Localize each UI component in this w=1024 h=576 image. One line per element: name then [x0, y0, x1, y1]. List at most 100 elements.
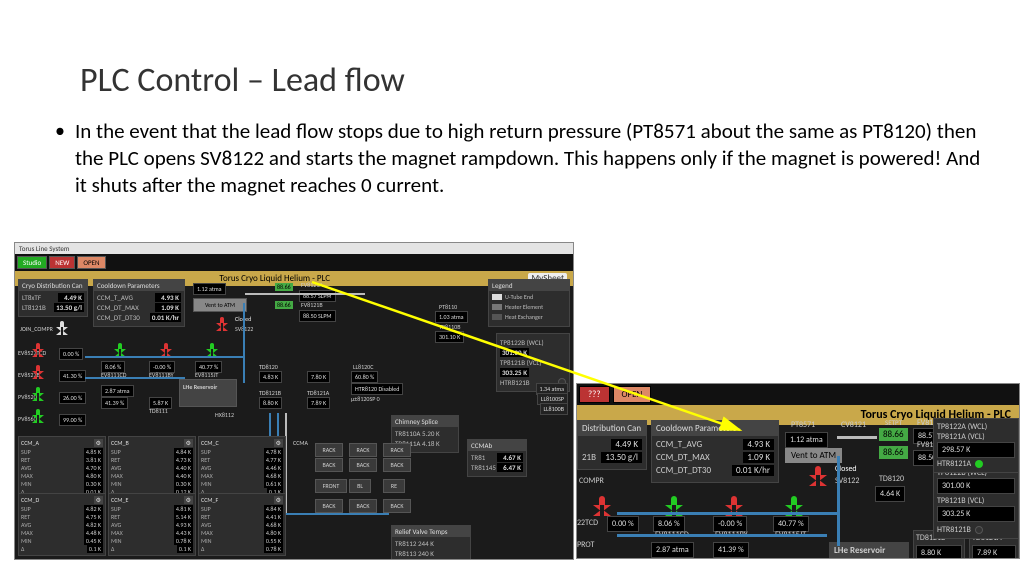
valve-sv8122-icon — [805, 466, 831, 486]
readout: LL8100B — [540, 403, 568, 415]
valve-icon — [29, 409, 47, 423]
label: TD8120 — [879, 474, 904, 484]
ccm-grid-bot: CCM_D⚙SUP4.82 KRET4.75 KAVG4.82 KMAX4.48… — [18, 493, 286, 556]
label: FV8121B — [301, 301, 323, 309]
rack-box[interactable]: BACK — [349, 458, 377, 472]
rack-box[interactable]: RACK — [315, 443, 343, 457]
red-button[interactable]: ??? — [579, 386, 610, 403]
valve-icon — [29, 387, 47, 401]
readout: 1.03 atma — [435, 311, 468, 323]
pt8571-readout: 1.12 atma — [193, 283, 226, 295]
label: TD8121A — [307, 389, 329, 397]
label: CCMA — [293, 439, 308, 447]
kv-row: LT8xTF4.49 K — [22, 293, 84, 302]
rack-box[interactable]: BACK — [349, 499, 377, 513]
re-box[interactable]: RE — [383, 479, 405, 493]
toolbar: Studio NEW OPEN — [15, 254, 573, 271]
setpt-value: 88.66 — [879, 428, 908, 441]
relief-panel: Relief Valve Temps TR8112 244 K TR8113 2… — [391, 525, 471, 560]
screenshot-zoom: ??? OPEN Torus Cryo Liquid Helium - PLC … — [576, 383, 1020, 559]
label: TD8111 — [149, 407, 168, 415]
panel-header: Relief Valve Temps — [392, 526, 470, 537]
pt8571-label: PT8571 — [791, 420, 815, 430]
valve-icon — [53, 321, 71, 335]
toolbar: ??? OPEN — [577, 384, 1019, 405]
panel-header: Distribution Can — [578, 421, 646, 436]
legend-row: U-Tube End — [492, 293, 566, 301]
open-button[interactable]: OPEN — [77, 256, 105, 269]
ccm-card: CCM_A⚙SUP4.85 KRET3.81 KAVG4.70 KMAX4.80… — [18, 436, 106, 499]
rack-box[interactable]: BACK — [383, 499, 411, 513]
vent-button[interactable]: Vent to ATM — [785, 448, 842, 463]
studio-button[interactable]: Studio — [17, 256, 47, 269]
readout: 0.00 % — [607, 516, 639, 532]
label: FV8121A — [301, 281, 323, 289]
screenshot-full: Torus Line System Studio NEW OPEN Torus … — [14, 242, 574, 560]
tp-stack-a: TP8122A (WCL) TP8121A (VCL) 298.57 K HTR… — [933, 418, 1019, 473]
tag-label: JOIN_COMPR — [20, 325, 53, 333]
rack-box[interactable]: BACK — [315, 458, 343, 472]
cryo-dist-panel: Cryo Distribution Can LT8xTF4.49 K LT812… — [18, 279, 88, 317]
ccm-card: CCM_F⚙SUP4.84 KRET4.41 KAVG4.68 KMAX4.80… — [198, 493, 286, 556]
slide-title: PLC Control – Lead flow — [80, 60, 405, 101]
readout: 41.39 % — [713, 542, 749, 558]
valve-icon — [157, 343, 175, 357]
ccm-card: CCM_D⚙SUP4.82 KRET4.75 KAVG4.82 KMAX4.48… — [18, 493, 106, 556]
label: LHe Reservoir — [834, 545, 885, 556]
legend-row: Heat Exchanger — [492, 313, 566, 321]
label: μ±8120SP 0 — [351, 395, 380, 403]
readout: 4.64 K — [875, 486, 905, 502]
panel-header: Cryo Distribution Can — [19, 280, 87, 291]
window-titlebar: Torus Line System — [15, 243, 573, 254]
readout: 7.80 K — [307, 371, 330, 383]
lhe-reservoir: LHe Reservoir — [829, 542, 909, 559]
rack-box[interactable]: BACK — [315, 499, 343, 513]
label: TD8121B — [259, 389, 281, 397]
label: LHe Reservoir — [183, 383, 217, 391]
readout: 60.80 % — [351, 371, 378, 383]
panel-header: Legend — [489, 280, 569, 291]
label: HX8112 — [215, 411, 234, 419]
dist-panel: Distribution Can 4.49 K 21B13.50 g/l — [577, 420, 647, 470]
compr-label: COMPR — [579, 476, 604, 486]
cv8121-label: CV8121 — [841, 420, 866, 430]
label: 22TCD — [577, 518, 598, 528]
readout: HTR8120 Disabled — [351, 383, 403, 395]
vent-button[interactable]: Vent to ATM — [193, 298, 247, 312]
valve-icon — [589, 496, 615, 516]
label: TP8110B — [439, 323, 460, 331]
cooldown-panel: Cooldown Parameters CCM_T_AVG4.93 K CCM_… — [651, 420, 779, 483]
cooldown-panel: Cooldown Parameters CCM_T_AVG4.93 K CCM_… — [93, 279, 185, 327]
setpt-value: 88.66 — [879, 446, 908, 459]
readout: 8.80 K — [259, 397, 282, 409]
rack-box[interactable]: RACK — [349, 443, 377, 457]
readout: 41.30 % — [59, 370, 86, 382]
ccm-card: CCM_C⚙SUP4.78 KRET4.77 KAVG4.46 KMAX4.68… — [198, 436, 286, 499]
setpoint-value: 88.66 — [275, 283, 293, 291]
label: LL8120C — [353, 363, 373, 371]
bullet-text: In the event that the lead flow stops du… — [75, 118, 984, 199]
readout: 26.00 % — [59, 392, 86, 404]
readout: 99.00 % — [59, 414, 86, 426]
front-box[interactable]: FRONT — [315, 479, 347, 493]
open-button[interactable]: OPEN — [613, 386, 652, 403]
valve-icon — [111, 343, 129, 357]
panel-header: Chimney Splice — [392, 416, 458, 427]
bl-box[interactable]: BL — [349, 479, 371, 493]
valve-icon — [203, 343, 221, 357]
readout: 88.50 SLPM — [299, 310, 336, 322]
label: PT8110 — [439, 303, 457, 311]
readout: 41.39 % — [101, 397, 128, 409]
panel-header: Cooldown Parameters — [94, 280, 184, 291]
ccm-card: CCM_E⚙SUP4.81 KRET5.14 KAVG4.93 KMAX4.43… — [108, 493, 196, 556]
new-button[interactable]: NEW — [49, 256, 75, 269]
readout: 2.87 atma — [101, 385, 134, 397]
label: PROT — [577, 540, 594, 550]
readout: 301.10 K — [435, 331, 464, 343]
rack-box[interactable]: RACK — [383, 443, 411, 457]
legend-panel: Legend U-Tube End Heater Element Heat Ex… — [488, 279, 570, 327]
panel-header: Cooldown Parameters — [652, 421, 778, 436]
rack-box[interactable]: BACK — [383, 458, 411, 472]
ccm-card: CCM_B⚙SUP4.84 KRET4.73 KAVG4.40 KMAX4.40… — [108, 436, 196, 499]
label: EV8115JT — [195, 371, 218, 379]
